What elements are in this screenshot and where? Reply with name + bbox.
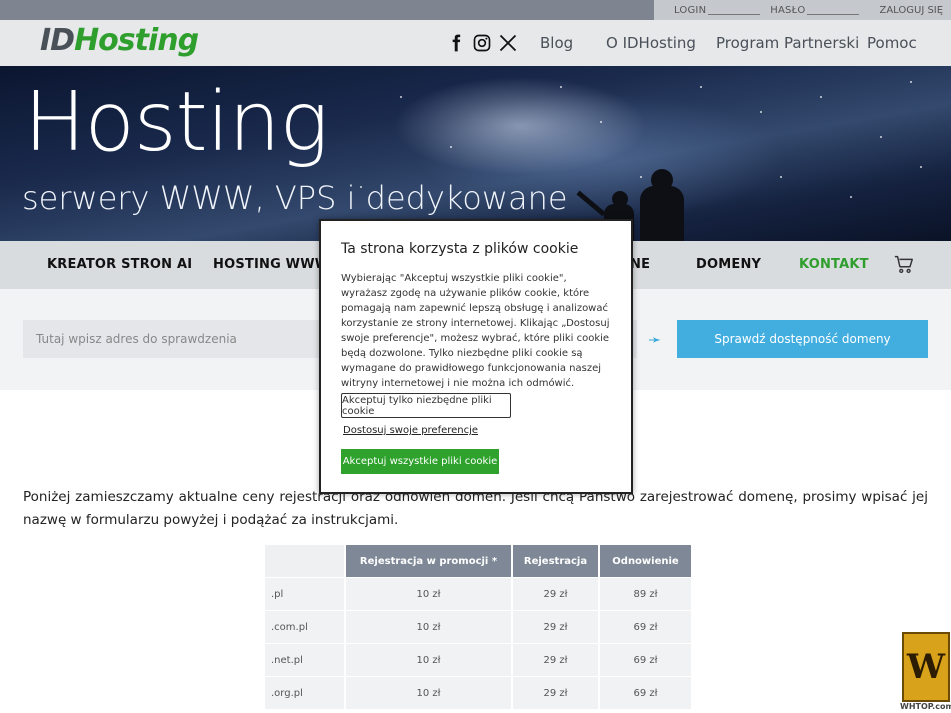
header-registration: Rejestracja xyxy=(513,545,598,577)
header-renewal: Odnowienie xyxy=(600,545,691,577)
instagram-icon[interactable] xyxy=(472,33,492,53)
logo-id: ID xyxy=(40,23,75,58)
cat-contact[interactable]: KONTAKT xyxy=(799,257,869,272)
logo-hosting: Hosting xyxy=(74,23,199,58)
cell-registration-price: 29 zł xyxy=(513,578,598,610)
cell-promo-price: 10 zł xyxy=(346,611,511,643)
cart-icon[interactable] xyxy=(893,253,915,275)
x-icon[interactable] xyxy=(498,33,518,53)
hero-subtitle: serwery WWW, VPS i dedykowane xyxy=(22,179,568,217)
accept-all-button[interactable]: Akceptuj wszystkie pliki cookie xyxy=(341,449,499,474)
table-row: .com.pl 10 zł 29 zł 69 zł xyxy=(265,611,691,643)
cat-hosting-www[interactable]: HOSTING WWW xyxy=(213,257,329,272)
nav-blog[interactable]: Blog xyxy=(540,34,573,52)
facebook-icon[interactable] xyxy=(446,33,466,53)
customize-preferences-link[interactable]: Dostosuj swoje preferencje xyxy=(343,425,478,436)
cell-renewal-price: 69 zł xyxy=(600,644,691,676)
cell-promo-price: 10 zł xyxy=(346,677,511,709)
cell-extension: .com.pl xyxy=(265,611,344,643)
cat-ai-builder[interactable]: KREATOR STRON AI xyxy=(47,257,192,272)
person-silhouette xyxy=(640,186,684,241)
cookie-body: Wybierając "Akceptuj wszystkie pliki coo… xyxy=(341,273,610,389)
accept-necessary-button[interactable]: Akceptuj tylko niezbędne pliki cookie xyxy=(341,393,511,418)
logo[interactable]: IDHosting xyxy=(40,23,199,58)
table-row: .pl 10 zł 29 zł 89 zł xyxy=(265,578,691,610)
header-blank xyxy=(265,545,344,577)
header: IDHosting Blog O IDHosting Program Partn… xyxy=(0,20,951,66)
cell-renewal-price: 89 zł xyxy=(600,578,691,610)
login-bar: LOGIN HASŁO ZALOGUJ SIĘ xyxy=(654,0,951,20)
nav-partner-program[interactable]: Program Partnerski xyxy=(716,34,859,52)
watermark-text: WHTOP.com xyxy=(900,702,951,711)
whtop-watermark: W WHTOP.com xyxy=(900,632,951,713)
hero-banner: Hosting serwery WWW, VPS i dedykowane xyxy=(0,66,951,241)
cell-registration-price: 29 zł xyxy=(513,677,598,709)
table-row: .org.pl 10 zł 29 zł 69 zł xyxy=(265,677,691,709)
whtop-logo-icon: W xyxy=(902,632,950,702)
cookie-consent-dialog: Ta strona korzysta z plików cookie Wybie… xyxy=(319,219,633,494)
login-label: LOGIN xyxy=(674,4,707,16)
nav-help[interactable]: Pomoc xyxy=(867,34,917,52)
header-promo-registration: Rejestracja w promocji * xyxy=(346,545,511,577)
cell-registration-price: 29 zł xyxy=(513,611,598,643)
table-header-row: Rejestracja w promocji * Rejestracja Odn… xyxy=(265,545,691,577)
cell-extension: .org.pl xyxy=(265,677,344,709)
password-label: HASŁO xyxy=(770,4,806,16)
check-availability-button[interactable]: Sprawdź dostępność domeny xyxy=(677,320,928,358)
cell-extension: .pl xyxy=(265,578,344,610)
person-arm xyxy=(576,190,606,217)
cell-renewal-price: 69 zł xyxy=(600,677,691,709)
cell-registration-price: 29 zł xyxy=(513,644,598,676)
table-row: .net.pl 10 zł 29 zł 69 zł xyxy=(265,644,691,676)
password-input[interactable] xyxy=(807,6,860,15)
cell-renewal-price: 69 zł xyxy=(600,611,691,643)
login-button[interactable]: ZALOGUJ SIĘ xyxy=(879,5,943,16)
nav-about[interactable]: O IDHosting xyxy=(606,34,696,52)
hero-title: Hosting xyxy=(24,75,329,170)
cell-promo-price: 10 zł xyxy=(346,578,511,610)
cat-domains[interactable]: DOMENY xyxy=(696,257,761,272)
arrow-right-icon: ➛ xyxy=(648,330,662,349)
cell-extension: .net.pl xyxy=(265,644,344,676)
domain-price-table: Rejestracja w promocji * Rejestracja Odn… xyxy=(263,544,693,710)
login-input[interactable] xyxy=(708,6,761,15)
cat-partial-item[interactable]: NE xyxy=(630,257,650,272)
cell-promo-price: 10 zł xyxy=(346,644,511,676)
cookie-title: Ta strona korzysta z plików cookie xyxy=(341,241,579,257)
